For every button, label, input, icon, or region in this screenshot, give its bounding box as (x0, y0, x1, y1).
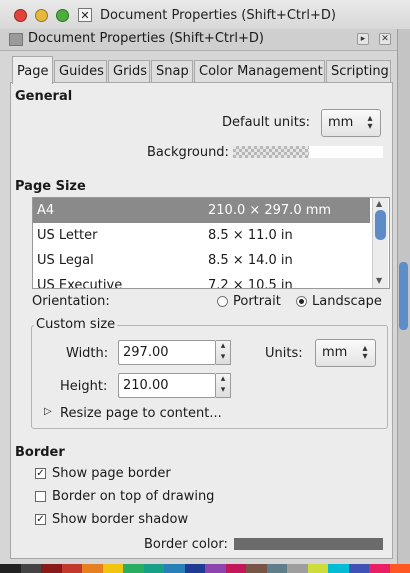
width-stepper[interactable]: ▴ ▾ (216, 340, 231, 365)
custom-size-label: Custom size (34, 317, 118, 332)
show-border-shadow-checkbox[interactable]: ✓ (35, 514, 46, 525)
default-units-label: Default units: (222, 115, 310, 130)
units-label: Units: (265, 346, 303, 361)
width-label: Width: (66, 346, 109, 361)
border-on-top-checkbox[interactable] (35, 491, 46, 502)
list-item[interactable]: US Executive 7.2 × 10.5 in (33, 273, 370, 288)
default-units-value: mm (328, 115, 354, 130)
show-border-shadow-label[interactable]: Show border shadow (52, 512, 188, 527)
dock-arrow-icon[interactable]: ▸ (357, 33, 369, 45)
background-color-swatch[interactable] (233, 146, 309, 158)
expander-triangle-icon[interactable]: ▷ (44, 406, 52, 417)
general-heading: General (15, 89, 73, 104)
tab-guides[interactable]: Guides (54, 60, 107, 83)
minimize-dot-icon[interactable] (35, 9, 48, 22)
portrait-label[interactable]: Portrait (233, 294, 281, 309)
close-dot-icon[interactable] (14, 9, 27, 22)
select-arrows-icon: ▴ ▾ (362, 343, 368, 362)
background-label: Background: (147, 145, 229, 160)
list-item[interactable]: US Letter 8.5 × 11.0 in (33, 223, 370, 248)
maximize-dot-icon[interactable] (56, 9, 69, 22)
border-color-label: Border color: (144, 537, 228, 552)
tab-snap[interactable]: Snap (151, 60, 193, 83)
list-item[interactable]: US Legal 8.5 × 14.0 in (33, 248, 370, 273)
border-on-top-label[interactable]: Border on top of drawing (52, 489, 214, 504)
resize-page-expander[interactable]: Resize page to content... (60, 406, 222, 421)
scroll-down-icon[interactable]: ▼ (376, 276, 382, 285)
background-color-swatch-opaque[interactable] (309, 146, 383, 158)
app-x-icon: ✕ (78, 8, 92, 22)
landscape-radio[interactable] (296, 296, 307, 307)
width-field[interactable]: 297.00 (118, 340, 216, 365)
canvas-scroll-thumb[interactable] (399, 262, 408, 330)
tab-grids[interactable]: Grids (108, 60, 150, 83)
page-size-scroll-thumb[interactable] (375, 210, 386, 240)
list-item[interactable]: A4 210.0 × 297.0 mm (33, 198, 370, 223)
close-icon[interactable]: ✕ (379, 33, 391, 45)
custom-units-select[interactable]: mm ▴ ▾ (315, 339, 376, 367)
scroll-up-icon[interactable]: ▲ (376, 199, 382, 208)
tab-color-management[interactable]: Color Management (194, 60, 325, 83)
show-page-border-label[interactable]: Show page border (52, 466, 171, 481)
default-units-select[interactable]: mm ▴ ▾ (321, 109, 381, 137)
page-size-heading: Page Size (15, 179, 86, 194)
portrait-radio[interactable] (217, 296, 228, 307)
window-title: Document Properties (Shift+Ctrl+D) (100, 8, 336, 23)
orientation-label: Orientation: (32, 294, 110, 309)
show-page-border-checkbox[interactable]: ✓ (35, 468, 46, 479)
tab-page[interactable]: Page (12, 56, 53, 84)
dialog-title: Document Properties (Shift+Ctrl+D) (28, 31, 264, 46)
height-field[interactable]: 210.00 (118, 373, 216, 398)
border-color-swatch[interactable] (234, 538, 383, 550)
height-label: Height: (60, 379, 108, 394)
landscape-label[interactable]: Landscape (312, 294, 382, 309)
height-stepper[interactable]: ▴ ▾ (216, 373, 231, 398)
color-palette-strip[interactable] (0, 564, 410, 573)
select-arrows-icon: ▴ ▾ (367, 113, 373, 132)
dialog-grip-icon[interactable] (9, 33, 23, 46)
border-heading: Border (15, 445, 65, 460)
tab-scripting[interactable]: Scripting (326, 60, 391, 83)
page-size-list[interactable]: A4 210.0 × 297.0 mm US Letter 8.5 × 11.0 i… (32, 197, 390, 289)
custom-units-value: mm (322, 345, 348, 360)
